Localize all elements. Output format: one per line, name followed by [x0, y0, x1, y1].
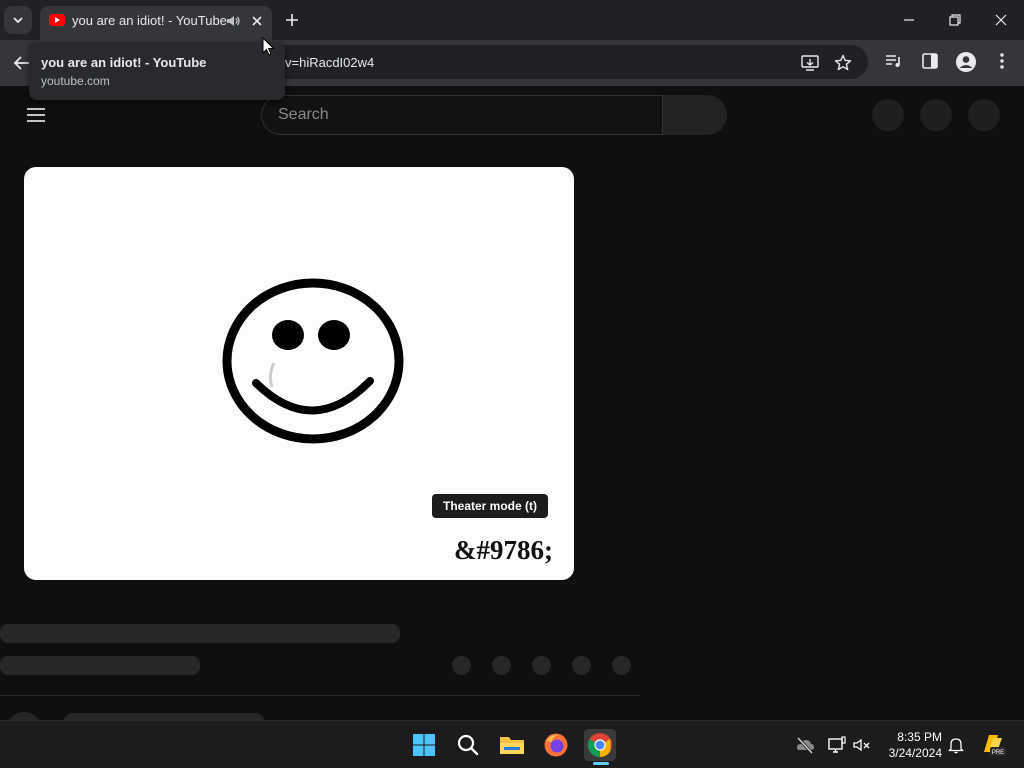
file-explorer-icon[interactable] — [496, 729, 528, 761]
profile-icon[interactable] — [955, 51, 977, 73]
bookmark-star-icon[interactable] — [833, 53, 853, 73]
video-player[interactable]: Theater mode (t) &#9786; — [24, 167, 574, 580]
restore-icon[interactable] — [943, 8, 967, 32]
youtube-icon — [49, 14, 65, 26]
smiley-face-image — [222, 278, 404, 444]
clock-date[interactable]: 3/24/2024 — [880, 746, 942, 760]
search-icon[interactable] — [452, 729, 484, 761]
divider — [0, 695, 640, 696]
media-controls-icon[interactable] — [884, 51, 904, 71]
install-app-icon[interactable] — [800, 53, 820, 73]
folder-icon — [500, 737, 524, 754]
minimize-icon[interactable] — [897, 8, 921, 32]
chrome-logo-icon — [587, 733, 612, 757]
chevron-down-icon — [13, 17, 23, 24]
video-caption-text: &#9786; — [454, 535, 553, 565]
action-skeleton — [492, 656, 511, 675]
search-button[interactable] — [663, 95, 727, 135]
active-app-indicator — [593, 762, 609, 765]
youtube-page: Search Theater mode (t) &#9786; — [0, 86, 1024, 720]
tab-strip: you are an idiot! - YouTube — [0, 0, 1024, 40]
notification-bell-icon[interactable] — [946, 735, 966, 755]
tab-hover-card: you are an idiot! - YouTube youtube.com — [29, 42, 285, 100]
tab-search-button[interactable] — [4, 6, 32, 34]
header-action-placeholder[interactable] — [920, 99, 952, 131]
action-skeleton — [612, 656, 631, 675]
close-tab-icon[interactable] — [248, 12, 266, 30]
hover-card-domain: youtube.com — [41, 74, 110, 88]
hover-card-title: you are an idiot! - YouTube — [41, 55, 207, 70]
windows-taskbar: 8:35 PM 3/24/2024 PRE — [0, 720, 1024, 768]
volume-muted-icon[interactable] — [852, 735, 872, 755]
clock-time[interactable]: 8:35 PM — [884, 730, 942, 744]
copilot-pre-icon[interactable]: PRE — [980, 732, 1006, 758]
search-placeholder: Search — [278, 106, 329, 123]
search-input[interactable]: Search — [261, 95, 663, 135]
svg-text:PRE: PRE — [992, 750, 1004, 756]
kebab-menu-icon[interactable] — [992, 51, 1012, 71]
browser-tab[interactable]: you are an idiot! - YouTube — [40, 6, 272, 40]
action-skeleton — [572, 656, 591, 675]
windows-logo-icon — [413, 734, 435, 756]
speaker-icon[interactable] — [224, 12, 242, 30]
hamburger-menu-icon[interactable] — [26, 107, 46, 123]
action-skeleton — [452, 656, 471, 675]
header-avatar-placeholder[interactable] — [968, 99, 1000, 131]
title-skeleton — [0, 624, 400, 643]
new-tab-icon[interactable] — [282, 10, 302, 30]
action-skeleton — [532, 656, 551, 675]
subtitle-skeleton — [0, 656, 200, 675]
theater-mode-tooltip: Theater mode (t) — [432, 494, 548, 518]
firefox-icon[interactable] — [540, 729, 572, 761]
close-window-icon[interactable] — [989, 8, 1013, 32]
header-action-placeholder[interactable] — [872, 99, 904, 131]
address-bar-url: v=hiRacdI02w4 — [285, 55, 375, 70]
chrome-icon[interactable] — [584, 729, 616, 761]
channel-name-skeleton — [64, 713, 264, 720]
onedrive-offline-icon[interactable] — [795, 735, 815, 755]
channel-avatar-skeleton — [6, 712, 42, 720]
windows-start-icon[interactable] — [408, 729, 440, 761]
magnifier-icon — [457, 734, 479, 756]
side-panel-icon[interactable] — [920, 51, 940, 71]
network-icon[interactable] — [827, 735, 847, 755]
address-bar[interactable]: v=hiRacdI02w4 — [268, 45, 868, 79]
mouse-cursor-icon — [262, 37, 275, 56]
tab-title: you are an idiot! - YouTube — [72, 13, 227, 28]
firefox-logo-icon — [544, 733, 568, 757]
